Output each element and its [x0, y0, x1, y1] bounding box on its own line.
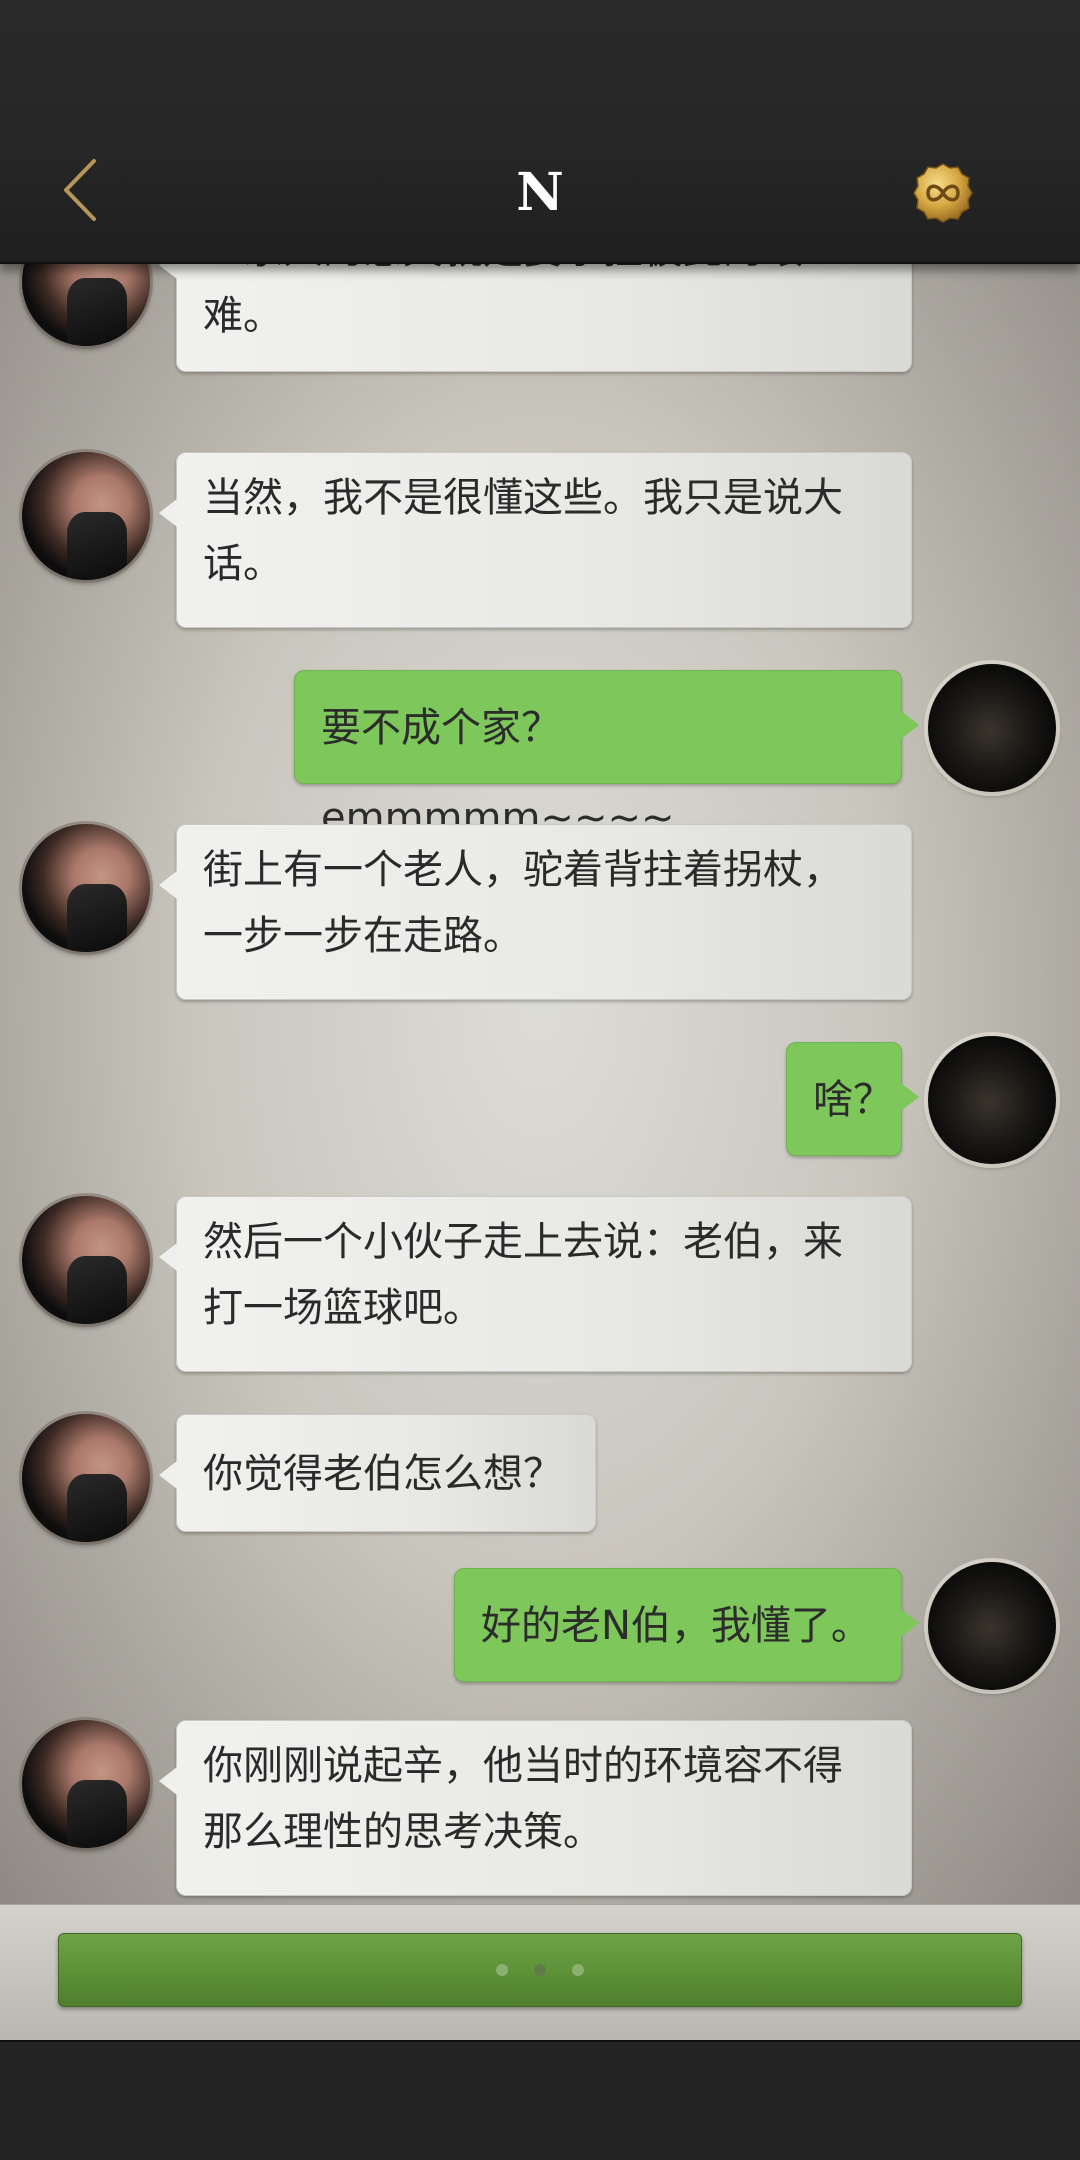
message-bubble[interactable]: 然后一个小伙子走上去说：老伯，来 打一场篮球吧。: [159, 1196, 912, 1372]
typing-dot: [496, 1964, 508, 1976]
message-bubble[interactable]: 当然，我不是很懂这些。我只是说大 话。: [159, 452, 912, 628]
message-text-line: 街上有一个老人，驼着背拄着拐杖，: [203, 847, 843, 893]
message-row: 一家人的意义就是要承担彼此的艰 难。: [0, 264, 1080, 372]
message-bubble[interactable]: 你觉得老伯怎么想？: [159, 1414, 596, 1532]
message-row: 你刚刚说起辛，他当时的环境容不得 那么理性的思考决策。: [0, 1720, 1080, 1896]
message-row: 好的老N伯，我懂了。: [0, 1562, 1080, 1692]
message-bubble[interactable]: 一家人的意义就是要承担彼此的艰 难。: [159, 264, 912, 372]
avatar[interactable]: [22, 824, 150, 952]
message-text-line: 好的老N伯，我懂了。: [481, 1603, 871, 1649]
message-text-line: 难。: [203, 293, 283, 339]
message-text-line: 一步一步在走路。: [203, 913, 523, 959]
avatar[interactable]: [928, 1562, 1056, 1690]
message-bubble[interactable]: 你刚刚说起辛，他当时的环境容不得 那么理性的思考决策。: [159, 1720, 912, 1896]
message-row: 啥？: [0, 1036, 1080, 1166]
continue-button[interactable]: [58, 1933, 1022, 2007]
message-text-line: 你觉得老伯怎么想？: [203, 1451, 563, 1497]
typing-dot: [534, 1964, 546, 1976]
avatar[interactable]: [22, 1720, 150, 1848]
message-bubble[interactable]: 要不成个家？emmmmm~~~~: [294, 670, 919, 841]
avatar[interactable]: [22, 1196, 150, 1324]
infinity-coin-icon: [913, 163, 973, 223]
avatar[interactable]: [928, 1036, 1056, 1164]
avatar[interactable]: [928, 664, 1056, 792]
message-bubble[interactable]: 好的老N伯，我懂了。: [454, 1568, 919, 1682]
message-row: 要不成个家？emmmmm~~~~: [0, 664, 1080, 841]
message-text-line: 啥？: [813, 1077, 893, 1123]
input-bar: [0, 1904, 1080, 2040]
message-bubble[interactable]: 街上有一个老人，驼着背拄着拐杖， 一步一步在走路。: [159, 824, 912, 1000]
message-bubble[interactable]: 啥？: [786, 1042, 919, 1156]
typing-dot: [572, 1964, 584, 1976]
chat-area[interactable]: 一家人的意义就是要承担彼此的艰 难。 当然，我不是很懂这些。我只是说大 话。 要…: [0, 264, 1080, 1904]
avatar[interactable]: [22, 1414, 150, 1542]
avatar[interactable]: [22, 264, 150, 346]
bottom-bar: [0, 2040, 1080, 2160]
message-text-line: 话。: [203, 541, 283, 587]
message-text-line: 当然，我不是很懂这些。我只是说大: [203, 475, 843, 521]
message-text-line: 你刚刚说起辛，他当时的环境容不得: [203, 1743, 843, 1789]
message-text-line: 一家人的意义就是要承担彼此的艰: [203, 264, 885, 283]
avatar[interactable]: [22, 452, 150, 580]
message-row: 然后一个小伙子走上去说：老伯，来 打一场篮球吧。: [0, 1196, 1080, 1372]
message-row: 街上有一个老人，驼着背拄着拐杖， 一步一步在走路。: [0, 824, 1080, 1000]
message-row: 你觉得老伯怎么想？: [0, 1414, 1080, 1544]
message-text-line: 打一场篮球吧。: [203, 1285, 483, 1331]
message-row: 当然，我不是很懂这些。我只是说大 话。: [0, 452, 1080, 628]
coin-button[interactable]: [912, 162, 974, 224]
top-bar: N: [0, 0, 1080, 264]
message-text-line: 然后一个小伙子走上去说：老伯，来: [203, 1219, 843, 1265]
message-text-line: 那么理性的思考决策。: [203, 1809, 603, 1855]
